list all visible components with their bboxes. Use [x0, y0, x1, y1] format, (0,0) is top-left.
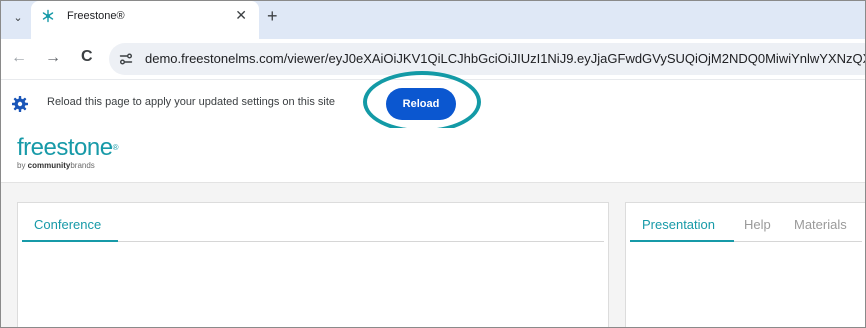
- infobar-message: Reload this page to apply your updated s…: [47, 96, 336, 108]
- close-icon[interactable]: ✕: [235, 7, 247, 23]
- tab-materials[interactable]: Materials: [794, 217, 847, 232]
- logo-brand-bold: community: [27, 161, 71, 170]
- presentation-panel: Presentation Help Materials: [625, 202, 865, 327]
- tab-conference[interactable]: Conference: [34, 217, 101, 232]
- browser-window: ⌄ Freestone® ✕ + ← → C demo.freestonelms…: [0, 0, 866, 328]
- logo-name: freestone: [17, 134, 113, 161]
- page-content: freestone® by communitybrands Conference…: [1, 128, 865, 327]
- logo-registered: ®: [112, 143, 119, 152]
- logo-by: by: [17, 161, 28, 170]
- tab-help[interactable]: Help: [744, 217, 771, 232]
- plus-icon[interactable]: +: [267, 7, 278, 25]
- back-arrow-icon[interactable]: ←: [11, 49, 27, 67]
- conference-panel: Conference: [17, 202, 609, 327]
- freestone-favicon-icon: [41, 9, 55, 23]
- logo-brand-rest: brands: [70, 161, 95, 170]
- site-settings-icon[interactable]: [119, 52, 133, 66]
- tab-presentation[interactable]: Presentation: [642, 217, 715, 232]
- chevron-down-icon[interactable]: ⌄: [9, 8, 27, 26]
- address-bar[interactable]: demo.freestonelms.com/viewer/eyJ0eXAiOiJ…: [109, 43, 866, 75]
- active-tab-underline: [630, 240, 734, 242]
- highlight-circle: [363, 71, 481, 133]
- presentation-tabs: Presentation Help Materials: [630, 203, 862, 242]
- site-header: freestone® by communitybrands: [1, 128, 865, 183]
- tab-title: Freestone®: [67, 10, 125, 22]
- tab-strip: ⌄ Freestone® ✕ +: [1, 1, 865, 39]
- active-tab-underline: [22, 240, 118, 242]
- forward-arrow-icon[interactable]: →: [45, 49, 61, 67]
- gear-icon: [11, 95, 29, 113]
- conference-tabs: Conference: [22, 203, 604, 242]
- browser-tab[interactable]: Freestone® ✕: [31, 1, 259, 39]
- url-text: demo.freestonelms.com/viewer/eyJ0eXAiOiJ…: [145, 51, 866, 66]
- reload-icon[interactable]: C: [81, 48, 93, 66]
- freestone-logo[interactable]: freestone® by communitybrands: [17, 134, 119, 171]
